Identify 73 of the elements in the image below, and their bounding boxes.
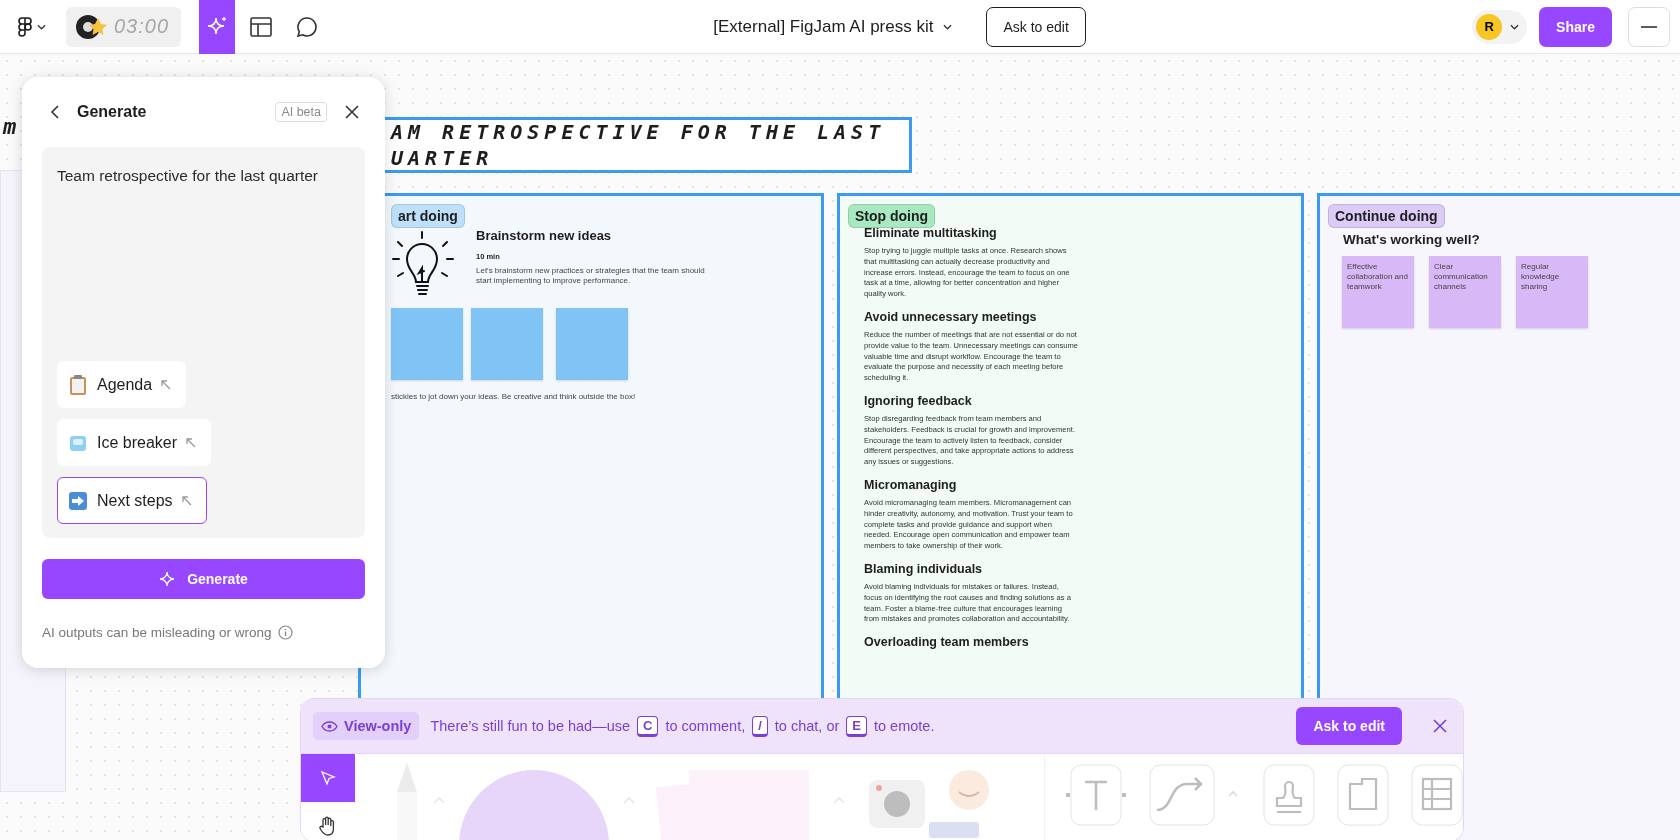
sticky-note [391, 308, 463, 380]
keyboard-key: / [752, 715, 768, 737]
sticky-note: Regular knowledge sharing [1516, 256, 1588, 328]
column-tag: Continue doing [1328, 204, 1445, 228]
sticky-note: Clear communication channels [1429, 256, 1501, 328]
sticky-note: Effective collaboration and teamwork [1342, 256, 1414, 328]
activity-description: Let's brainstorm new practices or strategies that the team should start implementing to improve performance. [476, 266, 706, 286]
logo-icon [18, 16, 32, 37]
eye-icon [321, 720, 338, 732]
stamp-tool-icon[interactable] [1263, 764, 1315, 826]
hint-text: to emote. [874, 718, 935, 734]
keyboard-key: C [637, 715, 659, 737]
column-tag: Stop doing [848, 204, 936, 228]
ask-to-edit-button[interactable]: Ask to edit [986, 6, 1086, 47]
user-avatar-button[interactable]: R [1472, 9, 1528, 44]
section-heading: Eliminate multitasking [864, 226, 998, 240]
caret-icon[interactable] [433, 797, 445, 804]
cursor-icon [320, 770, 336, 786]
arrow-right-icon [68, 490, 88, 511]
arrow-up-left-icon [181, 495, 192, 506]
beta-badge: AI beta [275, 102, 327, 122]
section-heading: Avoid unnecessary meetings [864, 310, 1038, 324]
generate-button[interactable]: Generate [42, 559, 365, 599]
board-title-line: AM RETROSPECTIVE FOR THE LAST [391, 119, 887, 145]
section-tool-icon[interactable] [1337, 764, 1389, 826]
share-button[interactable]: Share [1539, 6, 1612, 47]
caret-icon [37, 23, 46, 30]
suggestion-chip[interactable]: Next steps [57, 477, 207, 524]
comment-icon [296, 15, 319, 38]
hand-icon [319, 816, 337, 836]
sticky-caption: stickies to jot down your ideas. Be creative and think outside the box! [391, 392, 637, 402]
keyboard-key: E [846, 715, 867, 737]
sparkle-icon [159, 571, 176, 587]
caret-icon [943, 23, 953, 30]
back-icon[interactable] [50, 105, 59, 119]
section-heading: Overloading team members [864, 635, 1030, 650]
ask-to-edit-button[interactable]: Ask to edit [1296, 707, 1402, 745]
caret-icon[interactable] [833, 797, 845, 804]
prompt-field[interactable]: Team retrospective for the last quarter Agenda Ice breaker Next steps [42, 147, 365, 538]
activity-title: Brainstorm new ideas [476, 228, 612, 243]
minus-icon [1641, 25, 1657, 28]
sticky-note [556, 308, 628, 380]
zoom-out-button[interactable] [1628, 6, 1670, 47]
ai-button[interactable] [199, 0, 236, 54]
frame-title-fragment: m [3, 114, 17, 139]
file-title-button[interactable]: [External] FigJam AI press kit [713, 16, 953, 37]
board-title-line: UARTER [391, 145, 495, 171]
view-only-badge: View-only [313, 712, 420, 740]
layout-icon [250, 16, 273, 37]
user-avatar: R [1476, 13, 1503, 40]
suggestion-chip[interactable]: Agenda [57, 361, 187, 408]
hint-text: to comment, [665, 718, 746, 734]
section-heading: Ignoring feedback [864, 393, 973, 408]
prompt-text: Team retrospective for the last quarter [57, 167, 320, 185]
clipboard-icon [68, 373, 88, 396]
caret-icon [1510, 23, 1520, 30]
disclaimer-text: AI outputs can be misleading or wrong [42, 625, 272, 640]
table-tool-icon[interactable] [1411, 764, 1463, 826]
suggestion-chip[interactable]: Ice breaker [57, 419, 212, 466]
column-tag: art doing [391, 204, 465, 228]
section-heading: Blaming individuals [864, 561, 984, 576]
text-tool-icon[interactable] [1065, 764, 1127, 826]
sticky-note [471, 308, 543, 380]
caret-icon[interactable] [623, 797, 635, 804]
arrow-up-left-icon [186, 437, 197, 448]
panel-title: Generate [77, 103, 147, 121]
info-icon[interactable] [277, 625, 293, 640]
section-heading: Micromanaging [864, 477, 958, 492]
arrow-up-left-icon [161, 379, 172, 390]
hint-text: There’s still fun to be had—use [430, 718, 631, 734]
column-heading: What's working well? [1343, 232, 1480, 247]
close-icon[interactable] [345, 105, 359, 119]
hint-text: to chat, or [774, 718, 840, 734]
